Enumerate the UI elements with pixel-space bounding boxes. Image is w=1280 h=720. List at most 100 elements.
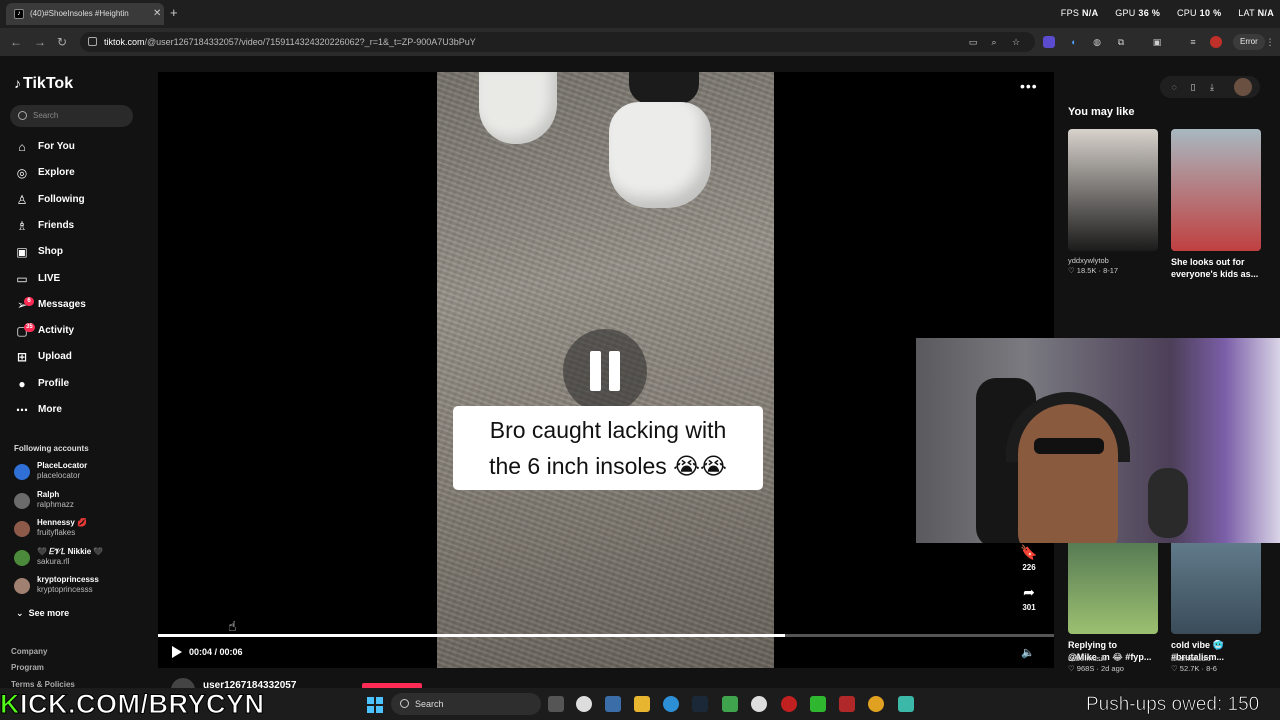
volume-icon[interactable]: 🔈 bbox=[1021, 646, 1035, 659]
url-input[interactable]: tiktok.com/@user1267184332057/video/7159… bbox=[80, 32, 1035, 52]
app-icon[interactable] bbox=[751, 696, 767, 712]
sidebar-item-more[interactable]: ⋯ More bbox=[14, 399, 144, 421]
settings-icon[interactable] bbox=[605, 696, 621, 712]
see-more-button[interactable]: ⌄ See more bbox=[16, 608, 69, 619]
app-icon[interactable] bbox=[810, 696, 826, 712]
back-icon[interactable]: ← bbox=[10, 35, 22, 49]
more-icon: ⋯ bbox=[16, 403, 28, 417]
download-icon[interactable]: ⤓ bbox=[1206, 81, 1218, 93]
following-account[interactable]: Ralph ralphmazz bbox=[14, 490, 144, 514]
reading-list-icon[interactable]: ≡ bbox=[1187, 36, 1199, 48]
file-explorer-icon[interactable] bbox=[634, 696, 650, 712]
tab-title: (40)#ShoeInsoles #Heightin bbox=[30, 9, 129, 18]
tiktok-logo[interactable]: ♪ TikTok bbox=[14, 75, 73, 93]
sidebar-item-messages[interactable]: ➢ 6 Messages bbox=[14, 294, 144, 316]
sidebar-item-shop[interactable]: ▣ Shop bbox=[14, 241, 144, 263]
avatar bbox=[14, 578, 30, 595]
action-count: 226 bbox=[1022, 563, 1036, 572]
search-input[interactable]: Search bbox=[10, 105, 133, 127]
recommended-title[interactable]: She looks out for everyone's kids as... bbox=[1171, 256, 1263, 280]
cast-icon[interactable]: ▭ bbox=[967, 36, 979, 48]
reload-icon[interactable]: ↻ bbox=[57, 35, 67, 49]
recommended-user: yddxywlytob bbox=[1068, 256, 1109, 265]
windows-start-icon[interactable] bbox=[367, 697, 383, 713]
sidebar-item-label: Friends bbox=[38, 219, 75, 231]
app-icon[interactable] bbox=[839, 696, 855, 712]
new-tab-icon[interactable]: + bbox=[170, 6, 178, 20]
recommended-meta: cube.musik ♡ 968S · 2d ago bbox=[1068, 654, 1124, 674]
sidebar-item-upload[interactable]: ⊞ Upload bbox=[14, 346, 144, 368]
video-progress-bar[interactable] bbox=[158, 634, 1054, 637]
share-action[interactable]: ➦ 301 bbox=[1014, 584, 1044, 612]
device-icon[interactable]: ▯ bbox=[1187, 81, 1199, 93]
extension-icon[interactable] bbox=[1043, 36, 1055, 48]
video-shoe-right bbox=[609, 102, 711, 208]
sidebar-icon[interactable]: ▣ bbox=[1151, 36, 1163, 48]
sidebar-item-for-you[interactable]: ⌂ For You bbox=[14, 136, 144, 158]
following-account[interactable]: Hennessy 💋 fruityflakes bbox=[14, 518, 144, 542]
video-frame[interactable]: Bro caught lacking with the 6 inch insol… bbox=[437, 72, 774, 668]
sidebar-item-explore[interactable]: ◎ Explore bbox=[14, 162, 144, 184]
account-handle: sakura.rll bbox=[37, 556, 70, 566]
kick-logo: K bbox=[0, 689, 20, 720]
extension-icon[interactable]: ◖ bbox=[1067, 36, 1079, 48]
taskbar-search-input[interactable]: Search bbox=[391, 693, 541, 715]
close-icon[interactable]: ✕ bbox=[153, 9, 161, 19]
extensions-puzzle-icon[interactable]: ⧉ bbox=[1115, 36, 1127, 48]
site-info-icon[interactable] bbox=[88, 37, 97, 46]
chrome-icon[interactable] bbox=[868, 696, 884, 712]
sidebar-item-label: Activity bbox=[38, 325, 75, 337]
forward-icon[interactable]: → bbox=[34, 35, 46, 49]
app-icon[interactable] bbox=[898, 696, 914, 712]
share-icon: ➦ bbox=[1023, 584, 1035, 600]
coin-icon[interactable]: ◌ bbox=[1168, 81, 1180, 93]
zoom-icon[interactable]: ⌕ bbox=[988, 36, 1000, 48]
task-view-icon[interactable] bbox=[548, 696, 564, 712]
sidebar-item-friends[interactable]: ♗ Friends bbox=[14, 215, 144, 237]
sidebar-item-live[interactable]: ▭ LIVE bbox=[14, 268, 144, 290]
pause-icon[interactable] bbox=[563, 329, 647, 413]
edge-icon[interactable] bbox=[663, 696, 679, 712]
steam-icon[interactable] bbox=[692, 696, 708, 712]
kick-url-text: ICK.COM/BRYCYN bbox=[20, 689, 265, 720]
sidebar-item-activity[interactable]: ▢ 35 Activity bbox=[14, 320, 144, 342]
following-account[interactable]: 🖤 𝐸𝒱𝐿 Nikkie 🖤 sakura.rll bbox=[14, 547, 144, 571]
notification-badge: 35 bbox=[24, 323, 35, 333]
bookmark-star-icon[interactable]: ☆ bbox=[1010, 36, 1022, 48]
footer-link-company[interactable]: Company bbox=[11, 647, 47, 656]
video-time: 00:04 / 00:06 bbox=[189, 647, 243, 657]
friends-icon: ♗ bbox=[16, 218, 28, 233]
recommended-thumbnail[interactable] bbox=[1171, 129, 1261, 251]
tiktok-icon: ♪ bbox=[14, 75, 21, 91]
extension-icon[interactable]: ◍ bbox=[1091, 36, 1103, 48]
following-icon: ♙ bbox=[16, 192, 28, 207]
shop-icon: ▣ bbox=[16, 245, 28, 260]
stream-overlay-kick-url: KICK.COM/BRYCYN bbox=[0, 689, 265, 720]
avatar bbox=[14, 464, 30, 480]
menu-icon[interactable]: ⋮ bbox=[1264, 36, 1276, 48]
browser-tab-bar: ♪ (40)#ShoeInsoles #Heightin ✕ + FPS N/A… bbox=[0, 0, 1280, 28]
streamer-webcam bbox=[916, 338, 1280, 543]
profile-avatar-icon[interactable] bbox=[1210, 36, 1222, 48]
following-account[interactable]: kryptoprincesss kryptoprincesss bbox=[14, 575, 144, 599]
search-icon bbox=[18, 111, 27, 120]
bookmark-action[interactable]: 🔖 226 bbox=[1014, 544, 1044, 572]
play-icon[interactable] bbox=[172, 646, 182, 658]
more-options-icon[interactable]: ••• bbox=[1020, 78, 1038, 94]
error-button[interactable]: Error bbox=[1233, 34, 1265, 50]
app-icon[interactable] bbox=[722, 696, 738, 712]
avatar[interactable] bbox=[1234, 78, 1252, 96]
performance-overlay: FPS N/A GPU 36 % CPU 10 % LAT N/A bbox=[1060, 8, 1274, 18]
app-icon[interactable] bbox=[781, 696, 797, 712]
recommended-stats: ♡ 968S · 2d ago bbox=[1068, 664, 1124, 673]
footer-link-program[interactable]: Program bbox=[11, 663, 44, 672]
browser-tab[interactable]: ♪ (40)#ShoeInsoles #Heightin ✕ bbox=[6, 3, 164, 25]
following-account[interactable]: PlaceLocator placelocator bbox=[14, 461, 144, 485]
you-may-like-title: You may like bbox=[1068, 106, 1135, 118]
app-icon[interactable] bbox=[576, 696, 592, 712]
sidebar-item-profile[interactable]: ● Profile bbox=[14, 373, 144, 395]
avatar bbox=[14, 549, 30, 566]
recommended-thumbnail[interactable] bbox=[1068, 129, 1158, 251]
sidebar-item-following[interactable]: ♙ Following bbox=[14, 189, 144, 211]
microphone-icon bbox=[1148, 468, 1188, 538]
